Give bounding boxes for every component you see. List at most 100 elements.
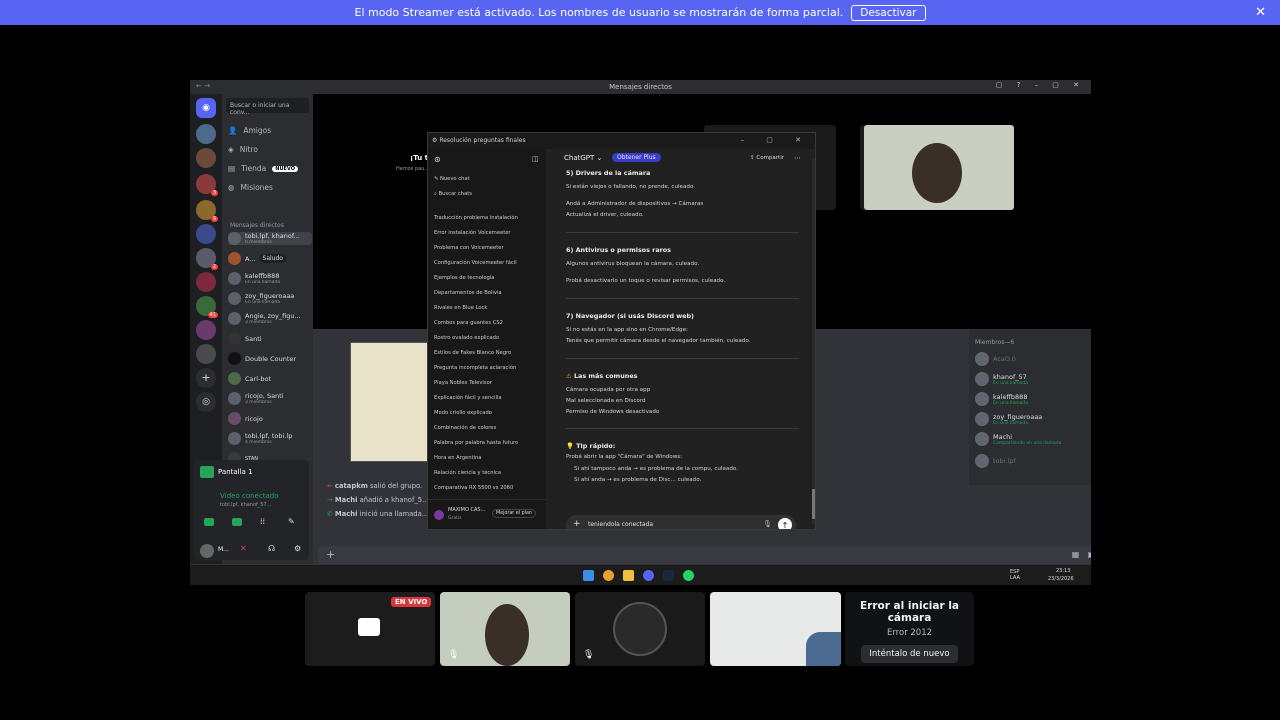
member-item[interactable]: tobi.lpf [975,454,1016,468]
history-item[interactable]: Palabra por palabra hasta futuro [434,440,518,446]
file-explorer-icon[interactable] [623,570,634,581]
scrollbar-thumb[interactable] [812,489,815,519]
history-item[interactable]: Ejemplos de tecnología [434,275,494,281]
participant-tile[interactable]: 🎙 [440,592,570,666]
share-button[interactable]: ⇪ Compartir [750,155,784,161]
history-item[interactable]: Error instalación Voicemeeter [434,230,511,236]
openai-logo-icon[interactable]: ⊛ [434,155,441,164]
search-chats-button[interactable]: ⌕ Buscar chats [434,191,472,198]
add-server-icon[interactable]: + [196,368,216,388]
history-item[interactable]: Rivales en Blue Lock [434,305,487,311]
server-icon[interactable] [196,272,216,292]
back-icon[interactable]: ← → [196,82,210,90]
dm-item[interactable]: Santi [228,332,312,345]
model-selector[interactable]: ChatGPT ⌄ [564,154,602,162]
upgrade-button[interactable]: Mejorar el plan [492,509,536,518]
server-icon[interactable]: 9 [196,200,218,222]
send-button[interactable]: ↑ [778,518,792,529]
windows-start-icon[interactable] [583,570,594,581]
history-item[interactable]: Estilos de Fakes Blanco Negro [434,350,511,356]
participant-tile[interactable]: EN VIVO [305,592,435,666]
participant-tile[interactable]: 🎙 [575,592,705,666]
dm-item[interactable]: A... Saludo [228,252,312,265]
share-screen-button[interactable] [232,518,242,526]
attach-plus-icon[interactable]: + [573,519,581,529]
greet-chip[interactable]: Saludo [259,254,286,263]
discover-icon[interactable]: ◎ [196,392,216,412]
history-item[interactable]: Rostro ovalado explicado [434,335,499,341]
discord-taskbar-icon[interactable] [643,570,654,581]
history-item[interactable]: Combinación de colores [434,425,496,431]
server-icon[interactable] [196,320,216,340]
prompt-input[interactable]: + teniendola conectada 🎙 ↑ [566,515,796,529]
server-icon[interactable] [196,224,216,244]
camera-icon[interactable] [204,518,214,526]
history-item[interactable]: Combos para guantes CS2 [434,320,503,326]
dm-item[interactable]: Angie, zoy_figu... 3 miembros [228,312,312,325]
retry-button[interactable]: Inténtalo de nuevo [861,645,958,663]
close-icon[interactable]: ✕ [1255,5,1266,20]
history-item[interactable]: Pregunta incompleta aclaración [434,365,516,371]
dm-item[interactable]: ricojo [228,412,312,425]
get-plus-button[interactable]: Obtener Plus [612,153,661,162]
missions-nav[interactable]: ◍ Misiones [228,183,273,192]
history-item[interactable]: Explicación fácil y sencilla [434,395,502,401]
account-row[interactable]: MAXIMO CAS... Gratis Mejorar el plan [428,499,546,529]
server-icon[interactable]: 2 [196,248,218,270]
server-icon[interactable] [196,124,216,144]
more-options-icon[interactable]: ⋯ [794,154,801,162]
chrome-icon[interactable] [603,570,614,581]
activities-icon[interactable]: ⁞⁞ [260,517,265,526]
whatsapp-icon[interactable] [683,570,694,581]
language-indicator[interactable]: ESP LAA [1010,569,1024,581]
search-input[interactable]: Buscar o iniciar una conv... [226,98,309,116]
microphone-icon[interactable]: 🎙 [763,520,772,528]
history-item[interactable]: Problema con Voicemeeter [434,245,504,251]
dm-item[interactable]: Double Counter [228,352,312,365]
history-item[interactable]: Hora en Argentina [434,455,481,461]
server-icon[interactable] [196,148,216,168]
dm-item[interactable]: kaleffb888 En una llamada [228,272,312,285]
member-item[interactable]: Machi Compartiendo en una llamada [975,432,1061,446]
camera-tile[interactable] [864,125,1014,210]
participant-tile[interactable] [710,592,841,666]
history-item[interactable]: Relación ciencia y técnica [434,470,501,476]
soundboard-icon[interactable]: ✎ [288,517,295,526]
scrollbar[interactable] [812,159,815,524]
deactivate-button[interactable]: Desactivar [851,4,926,21]
dm-item[interactable]: Carl-bot [228,372,312,385]
headphones-icon[interactable]: ☊ [268,544,275,553]
server-icon[interactable]: 41 [196,296,218,318]
member-item[interactable]: kaleffb888 En una llamada [975,392,1028,406]
image-attachment[interactable] [350,342,430,462]
settings-gear-icon[interactable]: ⚙ [294,544,301,553]
history-item[interactable]: Modo criollo explicado [434,410,492,416]
history-item[interactable]: Traducción problema instalación [434,215,518,221]
dm-item[interactable]: ricojo, Santi 3 miembros [228,392,312,405]
server-icon[interactable] [196,344,216,364]
shop-nav[interactable]: ▤ Tienda NUEVO [228,164,298,173]
dm-item[interactable]: tobi.lpf, khanof... 6 miembros [228,232,312,245]
friends-nav[interactable]: 👤 Amigos [228,126,271,135]
add-attachment-icon[interactable]: + [326,548,335,561]
message-input[interactable]: + ▦▣◫◉⁞ [318,546,1091,566]
discord-home-icon[interactable]: ◉ [196,98,216,118]
server-icon[interactable]: 3 [196,174,218,196]
member-item[interactable]: zoy_figueroaaa En una llamada [975,412,1042,426]
window-controls[interactable]: ▢ ? – ▢ ✕ [996,81,1085,89]
history-item[interactable]: Departamentos de Bolivia [434,290,502,296]
input-tools-icon[interactable]: ▦▣◫◉⁞ [1072,550,1091,559]
user-avatar[interactable] [200,544,214,558]
dm-item[interactable]: zoy_figueroaaa En una llamada [228,292,312,305]
history-item[interactable]: Playa Noblex Televisor [434,380,492,386]
member-item[interactable]: khanof_57 En una llamada [975,372,1028,386]
sidebar-toggle-icon[interactable]: ◫ [532,155,539,163]
history-item[interactable]: Configuración Voicemeeter fácil [434,260,517,266]
member-item[interactable]: AcaO.0 [975,352,1016,366]
steam-icon[interactable] [663,570,674,581]
dm-item[interactable]: tobi.lpf, tobi.lp 4 miembros [228,432,312,445]
new-chat-button[interactable]: ✎ Nuevo chat [434,176,470,182]
nitro-nav[interactable]: ◈ Nitro [228,145,258,154]
mute-icon[interactable]: ✕ [240,544,247,553]
window-controls[interactable]: – ▢ ✕ [741,136,811,144]
